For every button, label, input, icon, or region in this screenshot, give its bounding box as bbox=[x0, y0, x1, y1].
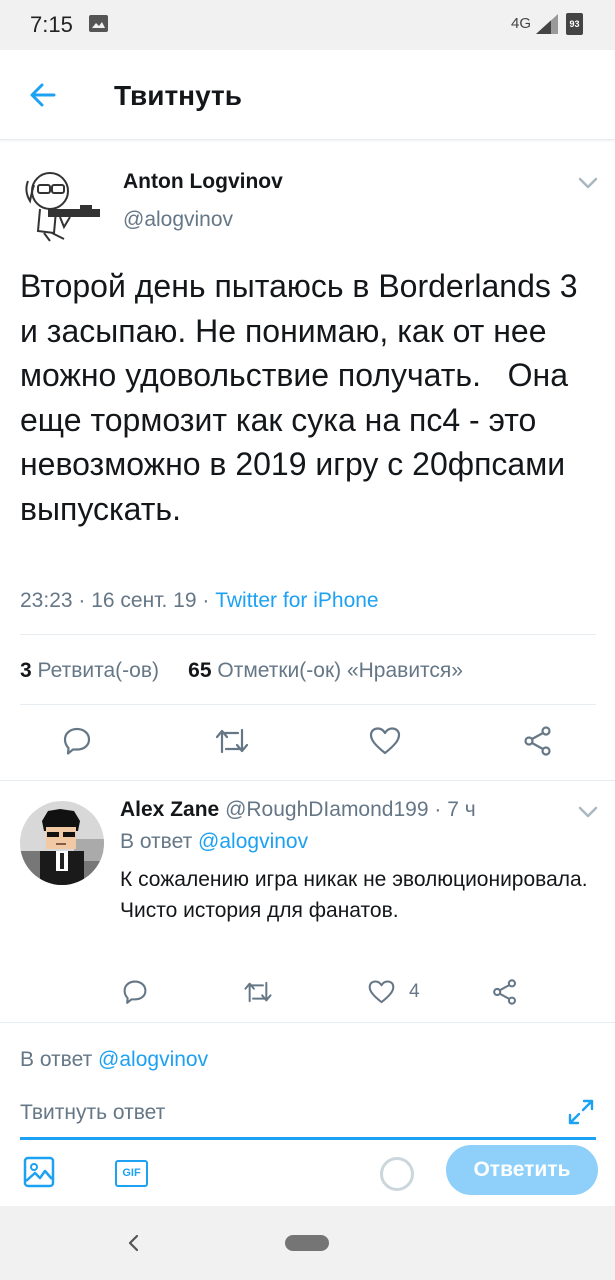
image-icon[interactable] bbox=[23, 1156, 55, 1188]
chevron-down-icon[interactable] bbox=[578, 805, 598, 819]
composer-reply-mention[interactable]: @alogvinov bbox=[98, 1048, 208, 1071]
likes-stat[interactable]: 65 Отметки(-ок) «Нравится» bbox=[188, 659, 463, 682]
tweet-actions bbox=[0, 724, 615, 764]
share-button[interactable] bbox=[523, 726, 553, 756]
meta-separator: · bbox=[202, 589, 216, 612]
nav-back-icon[interactable] bbox=[126, 1233, 140, 1253]
system-nav-bar bbox=[0, 1206, 615, 1280]
avatar[interactable] bbox=[20, 161, 104, 245]
input-underline bbox=[20, 1137, 596, 1140]
retweet-count: 3 bbox=[20, 659, 32, 682]
tweet-time: 23:23 bbox=[20, 589, 73, 612]
meta-separator: · bbox=[78, 589, 92, 612]
status-bar: 7:15 4G 93 bbox=[0, 0, 615, 50]
like-button[interactable] bbox=[369, 726, 401, 756]
reply-header: Alex Zane @RoughDIamond199 · 7 ч bbox=[120, 798, 476, 822]
reply-like-count: 4 bbox=[409, 981, 420, 1002]
reply-author-name[interactable]: Alex Zane bbox=[120, 798, 219, 821]
divider bbox=[20, 704, 596, 705]
meta-separator: · bbox=[434, 798, 448, 821]
avatar[interactable] bbox=[20, 801, 104, 885]
reply-context: В ответ @alogvinov bbox=[120, 830, 308, 854]
image-notification-icon bbox=[89, 15, 108, 32]
reply-submit-button[interactable]: Ответить bbox=[446, 1145, 598, 1195]
reply-author-handle[interactable]: @RoughDIamond199 bbox=[225, 798, 428, 821]
reply-input[interactable] bbox=[20, 1101, 530, 1125]
like-count: 65 bbox=[188, 659, 212, 682]
composer-reply-context: В ответ @alogvinov bbox=[20, 1048, 208, 1072]
reply-prefix: В ответ bbox=[120, 830, 193, 853]
reply-composer: В ответ @alogvinov GIF Ответить bbox=[0, 1022, 615, 1206]
tweet-stats: 3 Ретвита(-ов) 65 Отметки(-ок) «Нравится… bbox=[20, 659, 463, 683]
share-button[interactable] bbox=[492, 979, 518, 1005]
chevron-down-icon[interactable] bbox=[578, 176, 598, 190]
reply-icon bbox=[63, 727, 91, 755]
retweet-icon bbox=[215, 728, 249, 754]
retweet-button[interactable] bbox=[243, 979, 273, 1005]
reply-text: К сожалению игра никак не эволюционирова… bbox=[120, 868, 588, 922]
tweet-date: 16 сент. 19 bbox=[91, 589, 197, 612]
expand-icon[interactable] bbox=[566, 1097, 596, 1127]
like-icon bbox=[368, 980, 395, 1004]
tweet-meta: 23:23 · 16 сент. 19 · Twitter for iPhone bbox=[20, 589, 379, 613]
battery-icon: 93 bbox=[566, 13, 583, 35]
like-icon bbox=[369, 727, 401, 755]
author-handle[interactable]: @alogvinov bbox=[123, 208, 233, 232]
gif-icon[interactable]: GIF bbox=[115, 1160, 148, 1187]
reply-button[interactable] bbox=[122, 979, 148, 1005]
tweet-source-link[interactable]: Twitter for iPhone bbox=[215, 589, 378, 612]
app-header: Твитнуть bbox=[0, 50, 615, 140]
retweet-icon bbox=[244, 981, 272, 1003]
reply-mention-link[interactable]: @alogvinov bbox=[198, 830, 308, 853]
signal-icon bbox=[536, 14, 558, 34]
retweet-button[interactable] bbox=[214, 726, 250, 756]
share-icon bbox=[493, 979, 517, 1005]
retweets-stat[interactable]: 3 Ретвита(-ов) bbox=[20, 659, 159, 682]
share-icon bbox=[524, 726, 551, 756]
reply-actions: 4 bbox=[0, 979, 615, 1009]
retweet-label: Ретвита(-ов) bbox=[37, 659, 159, 682]
tweet-text: Второй день пытаюсь в Borderlands 3 и за… bbox=[20, 268, 587, 527]
like-label: Отметки(-ок) «Нравится» bbox=[217, 659, 463, 682]
like-button[interactable]: 4 bbox=[368, 979, 420, 1005]
nav-home-pill[interactable] bbox=[285, 1235, 329, 1251]
reply-tweet[interactable]: Alex Zane @RoughDIamond199 · 7 ч В ответ… bbox=[0, 781, 615, 1021]
reply-age: 7 ч bbox=[447, 798, 476, 821]
divider bbox=[20, 634, 596, 635]
network-type: 4G bbox=[511, 15, 532, 32]
page-title: Твитнуть bbox=[114, 80, 242, 111]
reply-button[interactable] bbox=[62, 726, 92, 756]
status-time: 7:15 bbox=[30, 12, 73, 37]
character-counter bbox=[380, 1157, 414, 1191]
reply-icon bbox=[123, 980, 147, 1004]
back-arrow-icon[interactable] bbox=[28, 80, 58, 110]
composer-reply-prefix: В ответ bbox=[20, 1048, 93, 1071]
author-name[interactable]: Anton Logvinov bbox=[123, 170, 283, 194]
